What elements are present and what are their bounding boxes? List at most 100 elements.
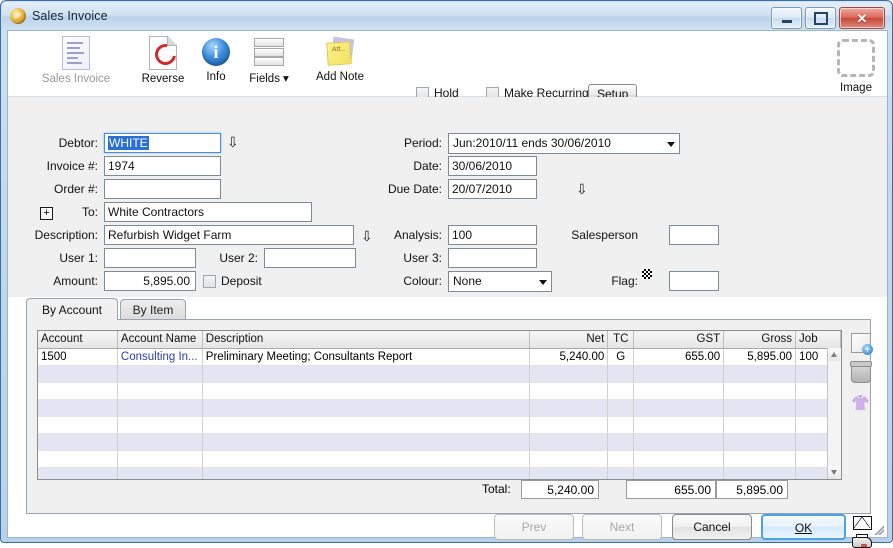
column-header-tc[interactable]: TC xyxy=(608,331,635,348)
toolbar-button-sales-invoice[interactable]: Sales Invoice xyxy=(38,36,114,94)
cell-empty[interactable] xyxy=(202,366,531,383)
column-header-account[interactable]: Account xyxy=(38,331,118,348)
scroll-up-button[interactable] xyxy=(828,348,840,361)
cell-empty[interactable] xyxy=(724,434,797,451)
to-input[interactable]: White Contractors xyxy=(104,202,312,222)
column-header-gst[interactable]: GST xyxy=(634,331,725,348)
user2-input[interactable] xyxy=(264,248,356,268)
cell-empty[interactable] xyxy=(530,468,609,479)
cell-empty[interactable] xyxy=(608,366,635,383)
column-header-description[interactable]: Description xyxy=(203,331,531,348)
cell-empty[interactable] xyxy=(634,417,725,434)
cell-empty[interactable] xyxy=(608,451,635,468)
cell-empty[interactable] xyxy=(530,383,609,400)
cell-empty[interactable] xyxy=(724,366,797,383)
deposit-checkbox[interactable]: Deposit xyxy=(203,274,262,288)
table-row-empty[interactable] xyxy=(38,434,841,451)
grid-vertical-scrollbar[interactable] xyxy=(827,348,841,479)
cell-empty[interactable] xyxy=(530,366,609,383)
cell-account[interactable]: 1500 xyxy=(38,349,118,366)
ok-button[interactable]: OK xyxy=(761,514,846,540)
cell-empty[interactable] xyxy=(38,400,118,417)
minimize-button[interactable] xyxy=(771,7,802,29)
cell-empty[interactable] xyxy=(38,366,118,383)
cell-empty[interactable] xyxy=(724,451,797,468)
user1-input[interactable] xyxy=(104,248,196,268)
amount-input[interactable]: 5,895.00 xyxy=(104,271,196,291)
cell-gst[interactable]: 655.00 xyxy=(634,349,725,366)
cell-empty[interactable] xyxy=(117,417,203,434)
cancel-button[interactable]: Cancel xyxy=(672,514,752,540)
due-date-lookup-icon[interactable] xyxy=(576,183,589,196)
cell-empty[interactable] xyxy=(608,383,635,400)
cell-empty[interactable] xyxy=(530,451,609,468)
prev-button[interactable]: Prev xyxy=(494,514,574,540)
salesperson-input[interactable] xyxy=(669,225,719,245)
cell-empty[interactable] xyxy=(608,417,635,434)
cell-empty[interactable] xyxy=(202,451,531,468)
window-titlebar[interactable]: Sales Invoice ✕ xyxy=(2,2,891,30)
tab-by-item[interactable]: By Item xyxy=(120,299,186,319)
checkbox-box-deposit[interactable] xyxy=(203,274,216,288)
table-row-empty[interactable] xyxy=(38,366,841,383)
table-row-empty[interactable] xyxy=(38,451,841,468)
cell-empty[interactable] xyxy=(634,383,725,400)
cell-empty[interactable] xyxy=(117,451,203,468)
table-row-empty[interactable] xyxy=(38,383,841,400)
cell-empty[interactable] xyxy=(634,468,725,479)
printer-icon[interactable] xyxy=(852,534,872,548)
cell-empty[interactable] xyxy=(117,434,203,451)
period-select[interactable]: Jun:2010/11 ends 30/06/2010 xyxy=(448,133,680,154)
window-resize-grip[interactable] xyxy=(872,523,884,535)
analysis-input[interactable]: 100 xyxy=(448,225,537,245)
cell-empty[interactable] xyxy=(202,417,531,434)
cell-empty[interactable] xyxy=(38,468,118,479)
find-binoculars-icon[interactable]: 👚 xyxy=(851,395,870,413)
table-row-empty[interactable] xyxy=(38,417,841,434)
cell-empty[interactable] xyxy=(202,383,531,400)
description-input[interactable]: Refurbish Widget Farm xyxy=(104,225,354,245)
cell-empty[interactable] xyxy=(38,451,118,468)
colour-select[interactable]: None xyxy=(448,271,552,292)
cell-empty[interactable] xyxy=(38,417,118,434)
cell-empty[interactable] xyxy=(634,400,725,417)
add-line-icon[interactable]: + xyxy=(851,333,873,355)
cell-empty[interactable] xyxy=(724,468,797,479)
cell-empty[interactable] xyxy=(38,434,118,451)
column-header-job[interactable]: Job xyxy=(796,331,841,348)
cell-gross[interactable]: 5,895.00 xyxy=(724,349,797,366)
cell-empty[interactable] xyxy=(202,400,531,417)
scroll-down-button[interactable] xyxy=(828,466,840,479)
chevron-down-icon-colour[interactable] xyxy=(539,280,547,285)
due-date-input[interactable]: 20/07/2010 xyxy=(448,179,537,199)
order-number-input[interactable] xyxy=(104,179,221,199)
cell-empty[interactable] xyxy=(530,400,609,417)
column-header-net[interactable]: Net xyxy=(530,331,609,348)
cell-empty[interactable] xyxy=(202,468,531,479)
cell-empty[interactable] xyxy=(117,366,203,383)
cell-empty[interactable] xyxy=(634,366,725,383)
close-button[interactable]: ✕ xyxy=(839,7,885,29)
flag-input[interactable] xyxy=(669,271,719,291)
cell-tc[interactable]: G xyxy=(608,349,635,366)
toolbar-button-add-note[interactable]: Att... Add Note xyxy=(302,36,378,94)
cell-empty[interactable] xyxy=(608,400,635,417)
description-lookup-icon[interactable] xyxy=(361,230,374,243)
cell-empty[interactable] xyxy=(117,383,203,400)
cell-empty[interactable] xyxy=(117,400,203,417)
debtor-input[interactable]: WHITE xyxy=(104,133,221,153)
table-row[interactable]: 1500 Consulting In... Preliminary Meetin… xyxy=(38,349,841,366)
cell-net[interactable]: 5,240.00 xyxy=(530,349,609,366)
date-input[interactable]: 30/06/2010 xyxy=(448,156,537,176)
next-button[interactable]: Next xyxy=(582,514,662,540)
chevron-down-icon-period[interactable] xyxy=(667,142,675,147)
table-row-empty[interactable] xyxy=(38,468,841,479)
debtor-lookup-icon[interactable] xyxy=(227,136,240,149)
user3-input[interactable] xyxy=(448,248,537,268)
cell-description[interactable]: Preliminary Meeting; Consultants Report xyxy=(202,349,531,366)
cell-empty[interactable] xyxy=(38,383,118,400)
column-header-gross[interactable]: Gross xyxy=(724,331,797,348)
maximize-button[interactable] xyxy=(805,7,836,29)
cell-empty[interactable] xyxy=(608,468,635,479)
cell-empty[interactable] xyxy=(634,434,725,451)
